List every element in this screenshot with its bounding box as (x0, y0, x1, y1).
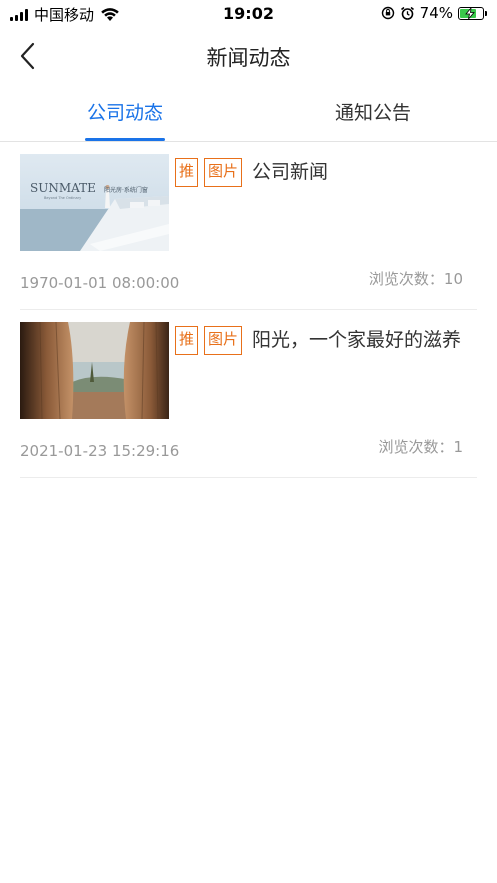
recommend-badge: 推 (175, 326, 199, 355)
image-badge: 图片 (204, 326, 243, 355)
view-count: 浏览次数：10 (368, 270, 463, 288)
view-count: 浏览次数：1 (378, 438, 463, 456)
tab-company-news[interactable]: 公司动态 (85, 98, 165, 125)
battery-icon (458, 6, 487, 20)
news-title[interactable]: 公司新闻 (252, 158, 328, 186)
news-date: 1970-01-01 08:00:00 (20, 274, 180, 292)
battery-percent: 74% (419, 4, 453, 22)
news-list: SUNMATE 阳光房·系统门窗 Beyond The Ordinary 推 图… (20, 142, 477, 478)
news-date: 2021-01-23 15:29:16 (20, 442, 180, 460)
news-item[interactable]: SUNMATE 阳光房·系统门窗 Beyond The Ordinary 推 图… (20, 142, 477, 310)
news-thumbnail: SUNMATE 阳光房·系统门窗 Beyond The Ordinary (20, 154, 169, 251)
image-badge: 图片 (204, 158, 243, 187)
news-thumbnail (20, 322, 169, 419)
tab-notices[interactable]: 通知公告 (332, 98, 414, 125)
news-item[interactable]: 推 图片 阳光，一个家最好的滋养 2021-01-23 15:29:16 浏览次… (20, 310, 477, 478)
active-tab-indicator (85, 138, 165, 141)
thumb-brand: SUNMATE (30, 181, 96, 195)
news-title[interactable]: 阳光，一个家最好的滋养 (252, 326, 461, 354)
page-title: 新闻动态 (206, 46, 291, 70)
news-badges: 推 图片 (175, 158, 243, 187)
recommend-badge: 推 (175, 158, 199, 187)
status-right: 74% (381, 4, 487, 22)
thumb-tagline: Beyond The Ordinary (44, 196, 81, 200)
tab-bar: 公司动态 通知公告 (0, 86, 497, 142)
alarm-icon (400, 6, 414, 20)
thumb-subtitle: 阳光房·系统门窗 (104, 186, 148, 194)
news-badges: 推 图片 (175, 326, 243, 355)
rotation-lock-icon (381, 6, 394, 20)
nav-bar: 新闻动态 (0, 30, 497, 82)
status-bar: 中国移动 19:02 74% (0, 0, 497, 30)
